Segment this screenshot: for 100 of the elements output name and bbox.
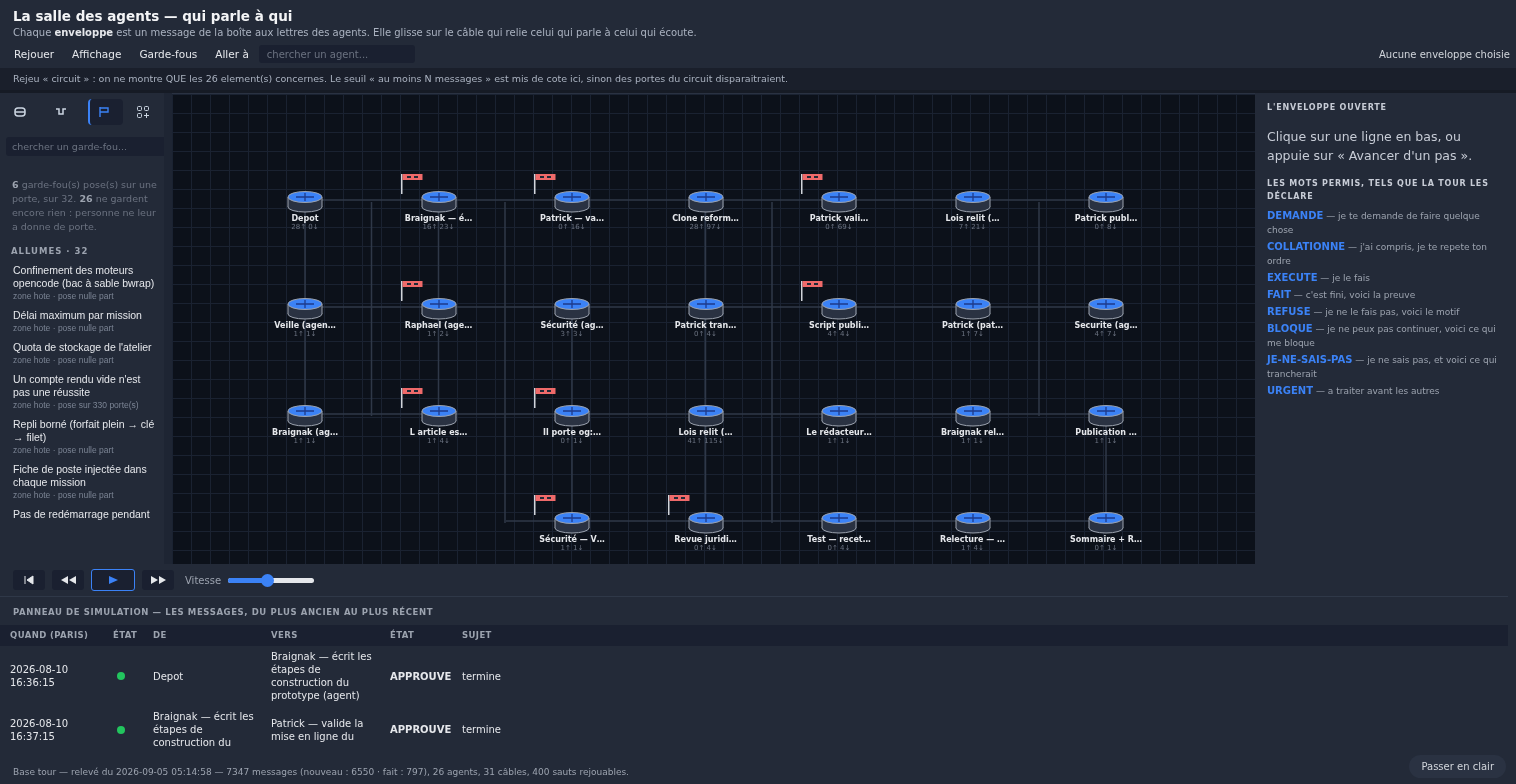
player-button[interactable] [52,570,84,590]
agent-label[interactable]: Revue juridi… [674,535,737,544]
guard-title[interactable]: Fiche de poste injectée dans chaque mission [13,463,160,489]
router-icon[interactable] [821,190,857,213]
table-cell[interactable]: 2026-08-10 16:37:15 [0,706,103,753]
agent-label[interactable]: Securite (ag… [1074,321,1138,330]
router-icon[interactable] [1088,404,1124,427]
router-icon[interactable] [821,511,857,534]
agent-label[interactable]: Sommaire + R… [1070,535,1142,544]
table-cell[interactable]: Braignak — écrit les étapes de construction du prototype (agent) [261,646,380,706]
agent-label[interactable]: Raphael (age… [404,321,473,330]
agent-label[interactable]: Patrick (pat… [942,321,1003,330]
word-definition: REFUSE — je ne le fais pas, voici le motif [1267,305,1461,319]
agent-label[interactable]: Il porte og:… [542,428,602,437]
router-icon[interactable] [687,511,724,534]
agent-label[interactable]: Depot [291,214,319,223]
guard-meta: zone hote · pose nulle part [13,323,115,333]
agent-label[interactable]: Patrick vali… [809,214,869,223]
agent-label[interactable]: Publication … [1075,428,1137,437]
menu-item[interactable]: Rejouer [6,46,63,62]
router-icon[interactable] [1088,297,1124,320]
router-icon[interactable] [554,190,590,213]
tool-tab[interactable] [87,99,124,125]
table-cell[interactable]: termine [452,706,1508,753]
guard-title[interactable]: Quota de stockage de l'atelier [13,341,160,354]
agent-label[interactable]: Script publi… [808,321,870,330]
agent-label[interactable]: Braignak — é… [404,214,473,223]
router-icon[interactable] [954,297,991,320]
panel-hint: Clique sur une ligne en bas, ou appuie sur « Avancer d'un pas ». [1267,128,1474,165]
table-cell[interactable]: APPROUVE [380,646,452,706]
router-icon[interactable] [554,297,590,320]
router-icon[interactable] [954,511,991,534]
guard-summary: 6 garde-fou(s) pose(s) sur une porte, sur 32. 26 ne gardent encore rien : personne ne leur a donne de porte. [12,178,158,234]
selection-status: Aucune enveloppe choisie [1378,48,1510,60]
guard-title[interactable]: Repli borné (forfait plein → clé → filet) [13,418,160,444]
agent-label[interactable]: Relecture — … [940,535,1005,544]
panel-heading: L'ENVELOPPE OUVERTE [1267,103,1388,112]
column-header: DE [143,625,261,646]
slider-thumb[interactable] [260,573,274,587]
guard-meta: zone hote · pose sur 330 porte(s) [13,400,140,410]
table-cell[interactable]: 2026-08-10 16:36:15 [0,646,103,706]
fast-forward-icon [150,575,166,585]
agent-label[interactable]: Lois relit (… [945,214,1000,223]
router-icon[interactable] [420,297,457,320]
router-icon[interactable] [821,404,857,427]
router-icon[interactable] [687,190,724,213]
agent-label[interactable]: Patrick tran… [674,321,737,330]
router-icon[interactable] [554,511,590,534]
agent-label[interactable]: Braignak (ag… [272,428,338,437]
player-button[interactable] [142,570,174,590]
router-icon[interactable] [687,404,724,427]
router-icon[interactable] [420,190,457,213]
table-cell[interactable]: termine [452,646,1508,706]
router-icon[interactable] [954,190,991,213]
table-cell[interactable]: APPROUVE [380,706,452,753]
guard-title[interactable]: Confinement des moteurs opencode (bac à sable bwrap) [13,264,160,290]
column-header: VERS [261,625,380,646]
agent-label[interactable]: Sécurité (ag… [540,321,604,330]
agent-label[interactable]: Patrick — va… [540,214,604,223]
router-icon[interactable] [821,297,857,320]
router-icon[interactable] [954,404,991,427]
table-cell[interactable]: Depot [143,646,261,706]
menu-item[interactable]: Garde-fous [131,46,206,62]
agent-label[interactable]: L article es… [409,428,468,437]
column-header: ÉTAT [103,625,143,646]
table-cell[interactable]: Braignak — écrit les étapes de construction du [143,706,261,753]
table-cell[interactable]: Patrick — valide la mise en ligne du [261,706,380,753]
router-icon[interactable] [420,404,457,427]
router-icon[interactable] [1088,190,1124,213]
panel-heading: LES MOTS PERMIS, TELS QUE LA TOUR LES DÉCLARE [1267,178,1490,203]
guard-title[interactable]: Pas de redémarrage pendant [13,508,160,521]
flag-icon [96,105,111,119]
router-icon[interactable] [287,404,323,427]
status-text: Base tour — relevé du 2026-09-05 05:14:58 — 7347 messages (nouveau : 6550 · fait : 797), 26 agents, 31 câbles, 400 sauts rejouables. [13,766,629,777]
router-icon[interactable] [687,297,724,320]
agent-label[interactable]: Braignak rel… [940,428,1005,437]
agent-label[interactable]: Le rédacteur… [806,428,872,437]
player-button[interactable] [13,570,45,590]
word-definition: FAIT — c'est fini, voici la preuve [1267,288,1417,302]
router-icon[interactable] [287,297,323,320]
contrast-toggle-button[interactable]: Passer en clair [1409,755,1506,778]
guard-title[interactable]: Un compte rendu vide n'est pas une réussite [13,373,160,399]
guard-title[interactable]: Délai maximum par mission [13,309,160,322]
agent-label[interactable]: Sécurité — V… [539,535,605,544]
column-header: QUAND (PARIS) [0,625,103,646]
agent-search-field[interactable]: chercher un agent... [258,45,415,63]
word-definition: JE-NE-SAIS-PAS — je ne sais pas, et voici ce qui trancherait [1267,353,1498,381]
router-icon[interactable] [554,404,590,427]
guard-meta: zone hote · pose nulle part [13,355,115,365]
agent-label[interactable]: Patrick publ… [1074,214,1138,223]
guard-meta: zone hote · pose nulle part [13,490,115,500]
agent-label[interactable]: Test — recet… [807,535,871,544]
guard-search-field[interactable]: chercher un garde-fou... [6,137,164,156]
menu-item[interactable]: Affichage [64,46,130,62]
router-icon[interactable] [1088,511,1124,534]
router-icon[interactable] [287,190,323,213]
agent-label[interactable]: Clone reform… [672,214,739,223]
agent-label[interactable]: Veille (agen… [274,321,336,330]
agent-label[interactable]: Lois relit (… [678,428,733,437]
word-definition: URGENT — a traiter avant les autres [1267,384,1441,398]
